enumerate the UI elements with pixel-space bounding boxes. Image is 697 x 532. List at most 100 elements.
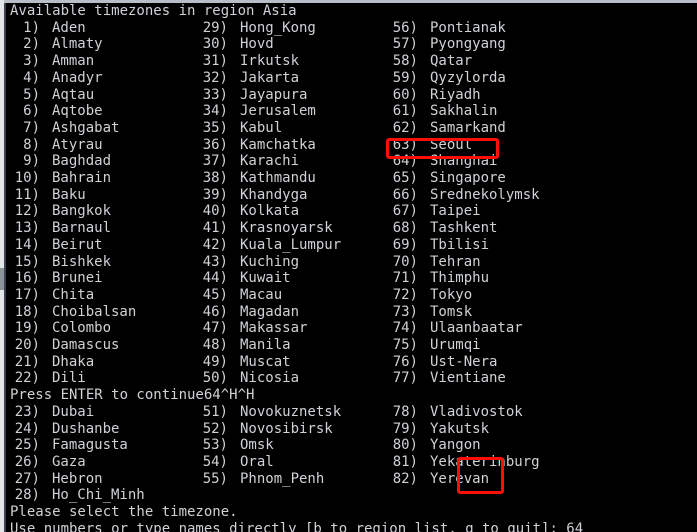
list-item[interactable]: 63) Seoul [388, 137, 472, 154]
list-item[interactable]: 48) Manila [198, 337, 291, 354]
list-item[interactable]: 69) Tbilisi [388, 237, 489, 254]
list-item[interactable]: 81) Yekaterinburg [388, 454, 540, 471]
list-item[interactable]: 67) Taipei [388, 203, 481, 220]
list-item[interactable]: 21) Dhaka [10, 354, 94, 371]
list-item[interactable]: 47) Makassar [198, 320, 308, 337]
list-item[interactable]: 65) Singapore [388, 170, 506, 187]
list-item[interactable]: 34) Jerusalem [198, 103, 316, 120]
list-item[interactable]: 31) Irkutsk [198, 53, 299, 70]
list-item-number: 81) [392, 453, 418, 470]
list-item[interactable]: 71) Thimphu [388, 270, 489, 287]
list-item[interactable]: 32) Jakarta [198, 70, 299, 87]
list-item[interactable]: 78) Vladivostok [388, 404, 523, 421]
list-item[interactable]: 76) Ust-Nera [388, 354, 498, 371]
list-item[interactable]: 18) Choibalsan [10, 304, 137, 321]
list-item[interactable]: 80) Yangon [388, 437, 481, 454]
list-item[interactable]: 64) Shanghai [388, 153, 498, 170]
list-item[interactable]: 46) Magadan [198, 304, 299, 321]
list-item-label: Riyadh [430, 86, 481, 103]
list-item-number: 82) [392, 470, 418, 487]
list-item-label: Shanghai [430, 153, 498, 170]
list-item-label: Magadan [240, 303, 300, 320]
list-item[interactable]: 5) Aqtau [10, 87, 94, 104]
list-item[interactable]: 29) Hong_Kong [198, 20, 316, 37]
list-item[interactable]: 82) Yerevan [388, 471, 489, 488]
list-item[interactable]: 51) Novokuznetsk [198, 404, 341, 421]
list-item[interactable]: 74) Ulaanbaatar [388, 320, 523, 337]
list-item[interactable]: 22) Dili [10, 370, 86, 387]
list-item[interactable]: 14) Beirut [10, 237, 103, 254]
list-item[interactable]: 60) Riyadh [388, 87, 481, 104]
list-item-number: 19) [14, 320, 40, 337]
list-item[interactable]: 61) Sakhalin [388, 103, 498, 120]
list-item[interactable]: 4) Anadyr [10, 70, 102, 87]
list-item[interactable]: 54) Oral [198, 454, 274, 471]
list-item[interactable]: 25) Famagusta [10, 437, 128, 454]
list-item[interactable]: 9) Baghdad [10, 153, 111, 170]
prompt-select-timezone: Please select the timezone. [10, 504, 238, 520]
list-item-label: Yekaterinburg [430, 453, 540, 470]
list-item-number: 7) [23, 119, 40, 136]
list-item[interactable]: 17) Chita [10, 287, 94, 304]
list-item[interactable]: 68) Tashkent [388, 220, 498, 237]
list-item[interactable]: 15) Bishkek [10, 254, 111, 271]
list-item[interactable]: 27) Hebron [10, 471, 103, 488]
list-item[interactable]: 57) Pyongyang [388, 36, 506, 53]
list-item[interactable]: 3) Amman [10, 53, 94, 70]
list-item[interactable]: 55) Phnom_Penh [198, 471, 325, 488]
list-item[interactable]: 58) Qatar [388, 53, 472, 70]
list-item-number: 38) [202, 170, 228, 186]
list-item[interactable]: 13) Barnaul [10, 220, 111, 237]
list-item[interactable]: 33) Jayapura [198, 87, 308, 104]
list-item[interactable]: 28) Ho_Chi_Minh [10, 487, 145, 504]
list-item[interactable]: 16) Brunei [10, 270, 103, 287]
list-item[interactable]: 36) Kamchatka [198, 137, 316, 154]
prompt-input-line[interactable]: Use numbers or type names directly [b to… [10, 521, 583, 532]
list-item[interactable]: 20) Damascus [10, 337, 120, 354]
list-item[interactable]: 50) Nicosia [198, 370, 299, 387]
prompt-input-label: Use numbers or type names directly [b to… [10, 520, 567, 532]
list-item[interactable]: 37) Karachi [198, 153, 299, 170]
list-item[interactable]: 73) Tomsk [388, 304, 472, 321]
list-item[interactable]: 11) Baku [10, 187, 86, 204]
list-item[interactable]: 77) Vientiane [388, 370, 506, 387]
list-item[interactable]: 59) Qyzylorda [388, 70, 506, 87]
list-item[interactable]: 26) Gaza [10, 454, 86, 471]
list-item[interactable]: 10) Bahrain [10, 170, 111, 187]
list-item[interactable]: 23) Dubai [10, 404, 94, 421]
list-item[interactable]: 6) Aqtobe [10, 103, 102, 120]
list-item[interactable]: 38) Kathmandu [198, 170, 316, 187]
list-item[interactable]: 70) Tehran [388, 254, 481, 271]
terminal-window[interactable]: Available timezones in region Asia 1) Ade… [0, 0, 697, 532]
list-item[interactable]: 62) Samarkand [388, 120, 506, 137]
list-item[interactable]: 19) Colombo [10, 320, 111, 337]
list-item-number: 22) [14, 370, 40, 387]
list-item[interactable]: 41) Krasnoyarsk [198, 220, 333, 237]
list-item[interactable]: 24) Dushanbe [10, 421, 120, 438]
list-item[interactable]: 30) Hovd [198, 36, 274, 53]
list-item[interactable]: 2) Almaty [10, 36, 102, 53]
list-item[interactable]: 52) Novosibirsk [198, 421, 333, 438]
list-item[interactable]: 53) Omsk [198, 437, 274, 454]
list-item-number: 3) [23, 53, 40, 70]
list-item[interactable]: 8) Atyrau [10, 137, 102, 154]
list-item-label: Kuching [240, 253, 300, 270]
list-item[interactable]: 72) Tokyo [388, 287, 472, 304]
list-item[interactable]: 49) Muscat [198, 354, 291, 371]
list-item[interactable]: 40) Kolkata [198, 203, 299, 220]
list-item[interactable]: 56) Pontianak [388, 20, 506, 37]
list-item[interactable]: 66) Srednekolymsk [388, 187, 540, 204]
list-item[interactable]: 44) Kuwait [198, 270, 291, 287]
list-item[interactable]: 43) Kuching [198, 254, 299, 271]
list-item[interactable]: 75) Urumqi [388, 337, 481, 354]
list-item[interactable]: 42) Kuala_Lumpur [198, 237, 341, 254]
list-item[interactable]: 1) Aden [10, 20, 86, 37]
list-item-label: Oral [240, 453, 274, 470]
list-item[interactable]: 39) Khandyga [198, 187, 308, 204]
list-item[interactable]: 79) Yakutsk [388, 421, 489, 438]
list-item[interactable]: 35) Kabul [198, 120, 282, 137]
entered-value[interactable]: 64 [566, 521, 583, 532]
list-item[interactable]: 12) Bangkok [10, 203, 111, 220]
list-item[interactable]: 7) Ashgabat [10, 120, 119, 137]
list-item[interactable]: 45) Macau [198, 287, 282, 304]
